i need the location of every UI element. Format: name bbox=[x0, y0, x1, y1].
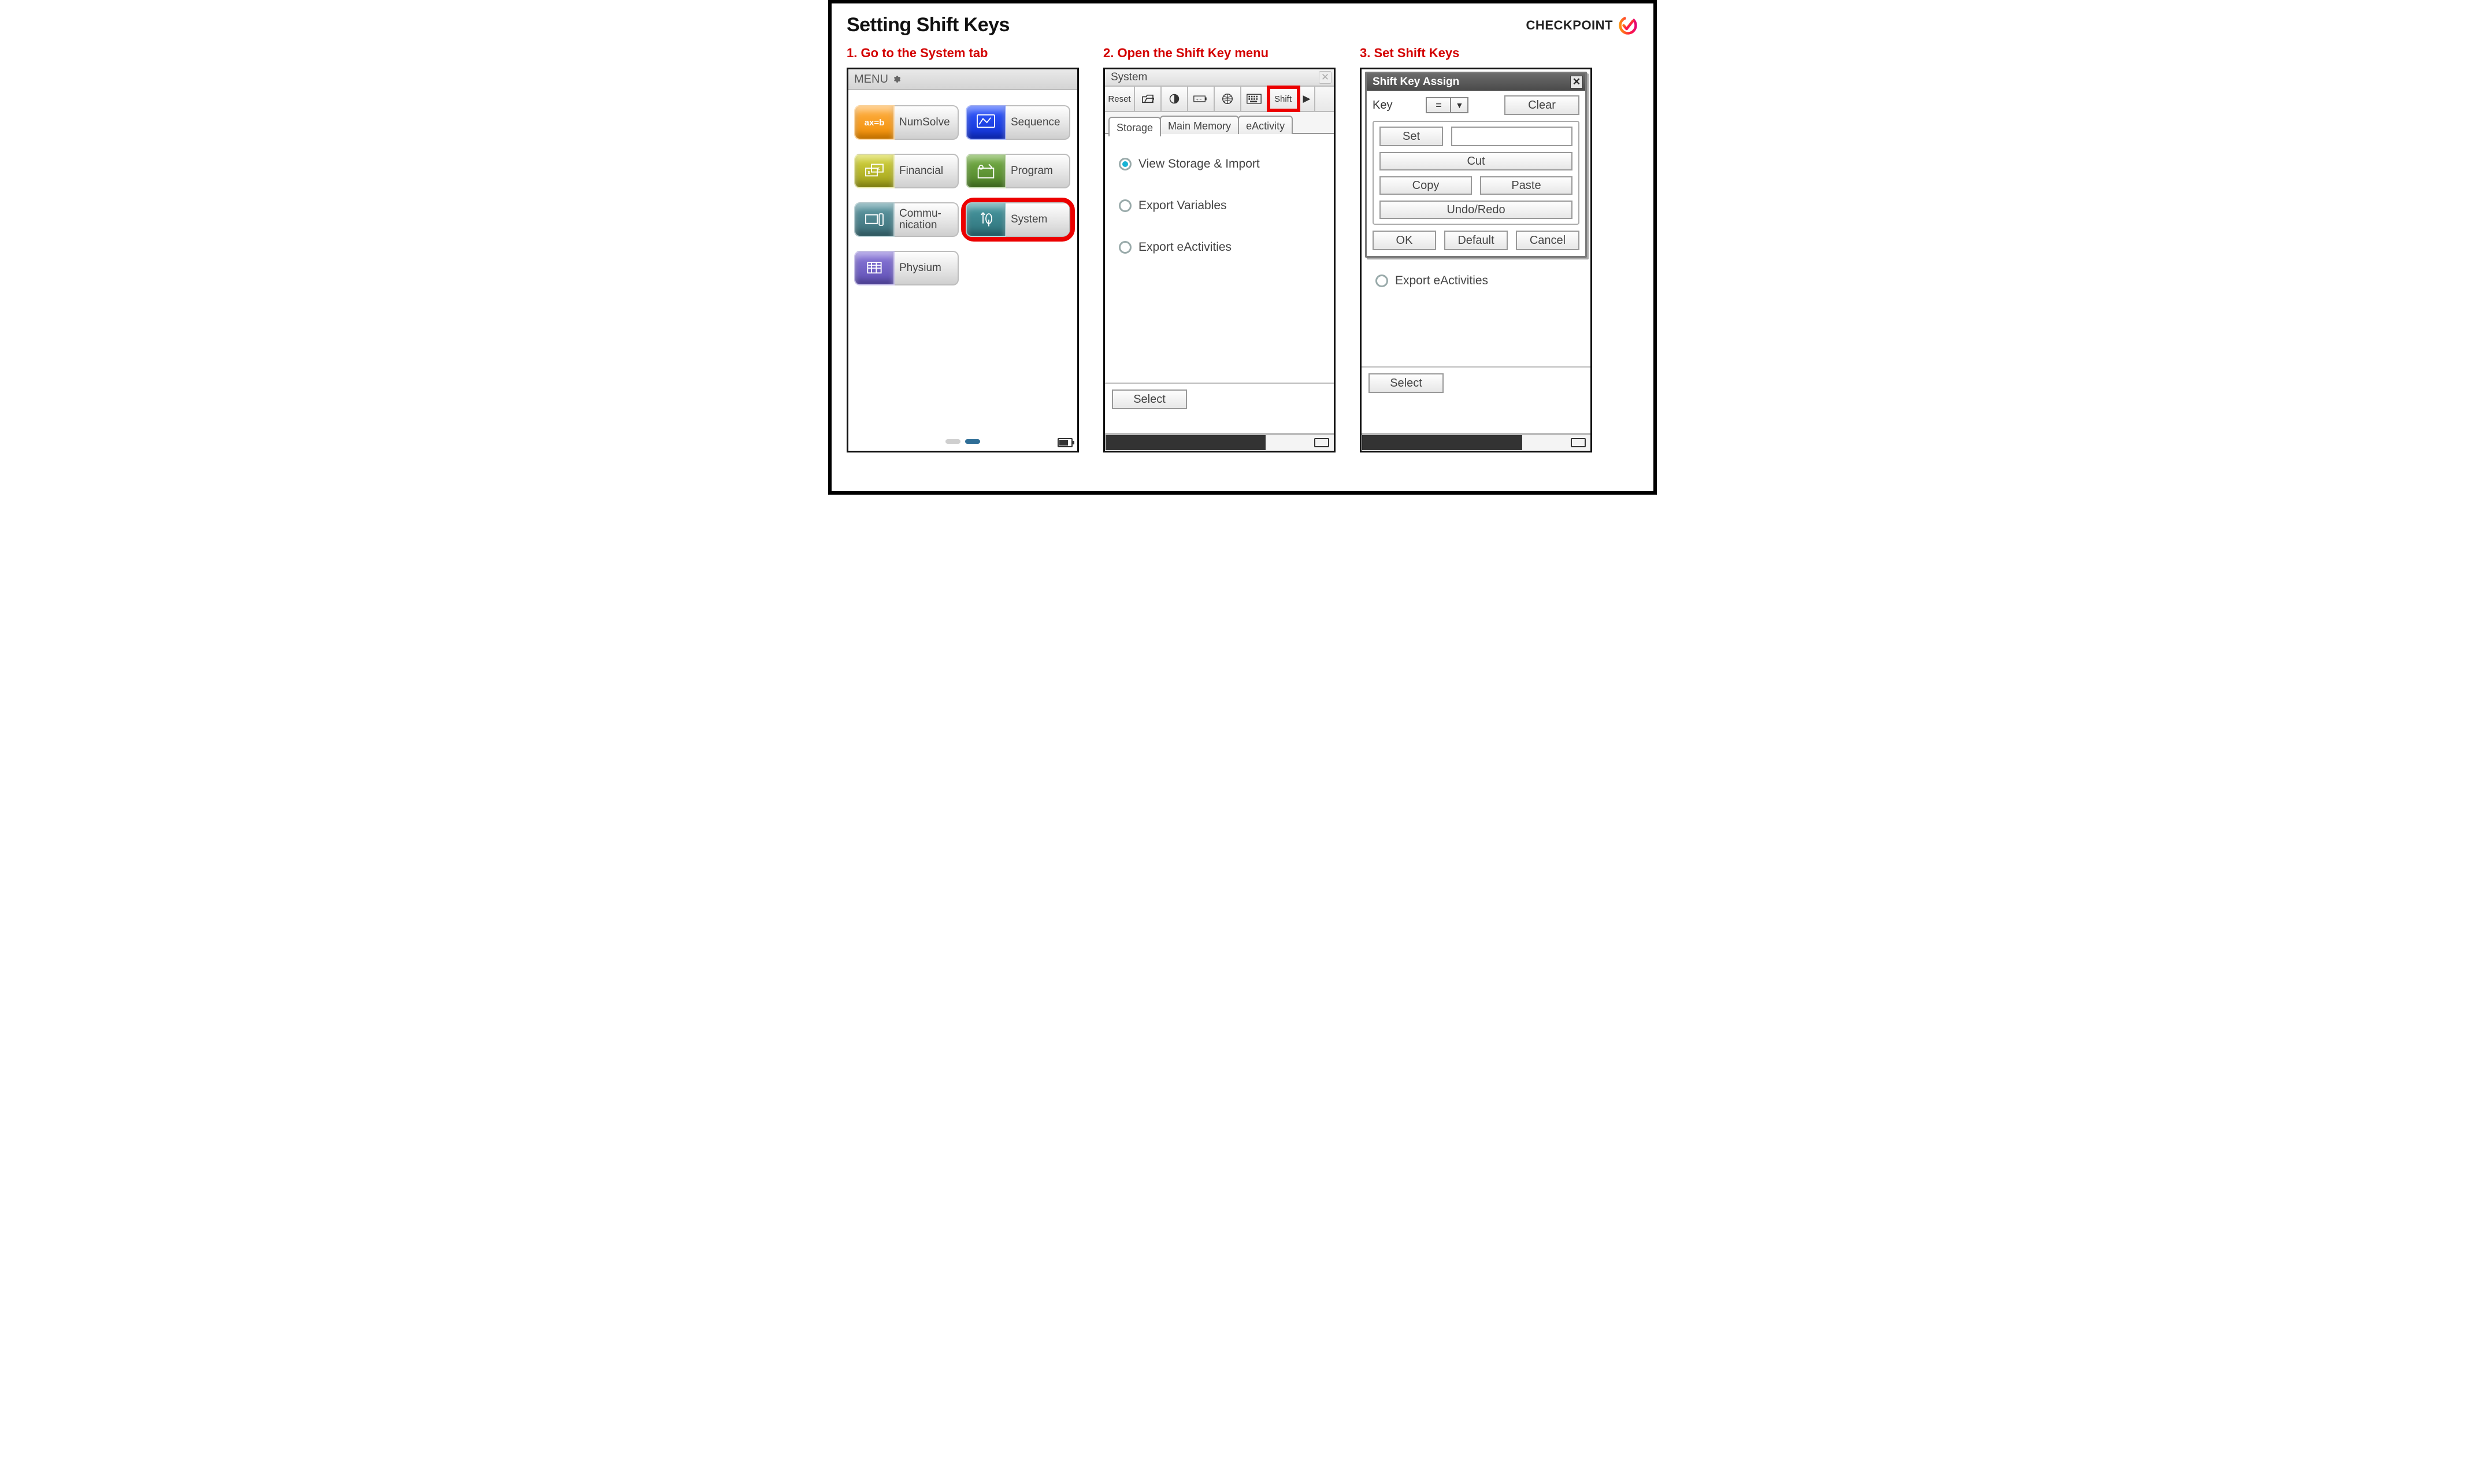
status-bar: Assigned to: Copy bbox=[1362, 433, 1590, 451]
app-communication[interactable]: Commu- nication bbox=[854, 202, 959, 237]
clear-button[interactable]: Clear bbox=[1504, 95, 1579, 115]
keyboard-icon[interactable] bbox=[1241, 87, 1268, 111]
battery-icon bbox=[1571, 438, 1586, 447]
default-button[interactable]: Default bbox=[1444, 231, 1508, 250]
option-view-import[interactable]: View Storage & Import bbox=[1119, 157, 1325, 171]
sequence-icon bbox=[966, 105, 1006, 140]
app-numsolve-label: NumSolve bbox=[895, 105, 959, 140]
option-export-variables[interactable]: Export Variables bbox=[1119, 199, 1325, 213]
page-title: Setting Shift Keys bbox=[847, 14, 1010, 36]
option-export-variables-label: Export Variables bbox=[1138, 199, 1227, 213]
option-export-eactivities-label: Export eActivities bbox=[1395, 274, 1488, 288]
system-window-title: System bbox=[1111, 71, 1147, 84]
tab-main-memory[interactable]: Main Memory bbox=[1160, 116, 1239, 134]
storage-pane: View Storage & Import Export Variables E… bbox=[1105, 134, 1334, 383]
group-set: Set Cut Copy Paste Undo/Redo bbox=[1373, 121, 1579, 225]
tab-eactivity[interactable]: eActivity bbox=[1238, 116, 1293, 134]
battery-icon bbox=[1314, 438, 1329, 447]
select-button[interactable]: Select bbox=[1368, 373, 1444, 393]
svg-text:$: $ bbox=[867, 170, 870, 175]
app-financial[interactable]: $€ Financial bbox=[854, 154, 959, 188]
app-physium[interactable]: Physium bbox=[854, 251, 959, 285]
dialog-title-bar: Shift Key Assign ✕ bbox=[1367, 73, 1585, 91]
page-indicator bbox=[945, 439, 980, 444]
key-dropdown-value: = bbox=[1427, 98, 1451, 112]
copy-button[interactable]: Copy bbox=[1379, 176, 1472, 195]
app-sequence[interactable]: Sequence bbox=[966, 105, 1070, 140]
ok-button[interactable]: OK bbox=[1373, 231, 1436, 250]
power-icon[interactable]: + − bbox=[1188, 87, 1215, 111]
option-export-eactivities[interactable]: Export eActivities bbox=[1119, 240, 1325, 254]
close-icon[interactable]: ✕ bbox=[1319, 71, 1331, 84]
step-1-title: 1. Go to the System tab bbox=[847, 46, 1079, 61]
battery-icon bbox=[1058, 438, 1073, 447]
system-window-title-bar: System ✕ bbox=[1105, 69, 1334, 87]
folder-icon[interactable] bbox=[1135, 87, 1162, 111]
undo-redo-button[interactable]: Undo/Redo bbox=[1379, 201, 1572, 219]
system-toolbar: Reset + − Shift bbox=[1105, 87, 1334, 112]
panel-1-frame: MENU ax=b NumSolve bbox=[847, 68, 1079, 452]
app-communication-label: Commu- nication bbox=[895, 202, 959, 237]
panel-3-background-pane: Export eActivities bbox=[1362, 258, 1590, 288]
app-sequence-label: Sequence bbox=[1006, 105, 1070, 140]
status-bar: English bbox=[1105, 433, 1334, 451]
contrast-icon[interactable] bbox=[1162, 87, 1188, 111]
app-financial-label: Financial bbox=[895, 154, 959, 188]
financial-icon: $€ bbox=[854, 154, 895, 188]
toolbar-more-icon[interactable]: ▶ bbox=[1299, 87, 1315, 111]
system-tabs: Storage Main Memory eActivity bbox=[1105, 112, 1334, 134]
brand: CHECKPOINT bbox=[1526, 15, 1638, 36]
physium-icon bbox=[854, 251, 895, 285]
panel-3-frame: Shift Key Assign ✕ Key = ▼ bbox=[1360, 68, 1592, 452]
reset-button[interactable]: Reset bbox=[1105, 87, 1135, 111]
app-system[interactable]: System bbox=[966, 202, 1070, 237]
cut-button[interactable]: Cut bbox=[1379, 152, 1572, 170]
app-program[interactable]: Program bbox=[966, 154, 1070, 188]
paste-button[interactable]: Paste bbox=[1480, 176, 1572, 195]
key-dropdown[interactable]: = ▼ bbox=[1426, 97, 1468, 113]
checkpoint-logo-icon bbox=[1618, 15, 1638, 36]
step-3-title: 3. Set Shift Keys bbox=[1360, 46, 1592, 61]
radio-empty-icon bbox=[1375, 274, 1388, 287]
app-physium-label: Physium bbox=[895, 251, 959, 285]
shift-key-assign-dialog: Shift Key Assign ✕ Key = ▼ bbox=[1365, 72, 1587, 258]
cancel-button[interactable]: Cancel bbox=[1516, 231, 1579, 250]
select-button[interactable]: Select bbox=[1112, 389, 1187, 409]
dialog-title: Shift Key Assign bbox=[1373, 76, 1459, 88]
svg-text:+ −: + − bbox=[1196, 98, 1202, 102]
key-label: Key bbox=[1373, 99, 1392, 112]
brand-text: CHECKPOINT bbox=[1526, 18, 1613, 33]
numsolve-icon-text: ax=b bbox=[865, 118, 885, 128]
set-button[interactable]: Set bbox=[1379, 127, 1443, 146]
program-icon bbox=[966, 154, 1006, 188]
menu-label: MENU bbox=[854, 73, 888, 86]
globe-icon[interactable] bbox=[1215, 87, 1241, 111]
communication-icon bbox=[854, 202, 895, 237]
close-icon[interactable]: ✕ bbox=[1570, 76, 1583, 88]
radio-empty-icon bbox=[1119, 199, 1132, 212]
app-system-label: System bbox=[1006, 202, 1070, 237]
page-dot-2[interactable] bbox=[965, 439, 980, 444]
page-dot-1[interactable] bbox=[945, 439, 960, 444]
app-program-label: Program bbox=[1006, 154, 1070, 188]
option-export-eactivities-label: Export eActivities bbox=[1138, 240, 1232, 254]
option-view-import-label: View Storage & Import bbox=[1138, 157, 1260, 171]
option-export-eactivities[interactable]: Export eActivities bbox=[1375, 274, 1581, 288]
set-text-field[interactable] bbox=[1451, 127, 1572, 146]
radio-selected-icon bbox=[1119, 158, 1132, 170]
app-numsolve[interactable]: ax=b NumSolve bbox=[854, 105, 959, 140]
panel-2-frame: System ✕ Reset + − bbox=[1103, 68, 1336, 452]
chevron-down-icon: ▼ bbox=[1451, 98, 1467, 112]
system-icon bbox=[966, 202, 1006, 237]
gear-icon bbox=[892, 75, 901, 84]
tab-storage[interactable]: Storage bbox=[1108, 117, 1161, 136]
step-2-title: 2. Open the Shift Key menu bbox=[1103, 46, 1336, 61]
radio-empty-icon bbox=[1119, 241, 1132, 254]
svg-text:€: € bbox=[877, 166, 880, 171]
numsolve-icon: ax=b bbox=[854, 105, 895, 140]
shift-button[interactable]: Shift bbox=[1268, 87, 1299, 111]
menu-header: MENU bbox=[848, 69, 1077, 90]
